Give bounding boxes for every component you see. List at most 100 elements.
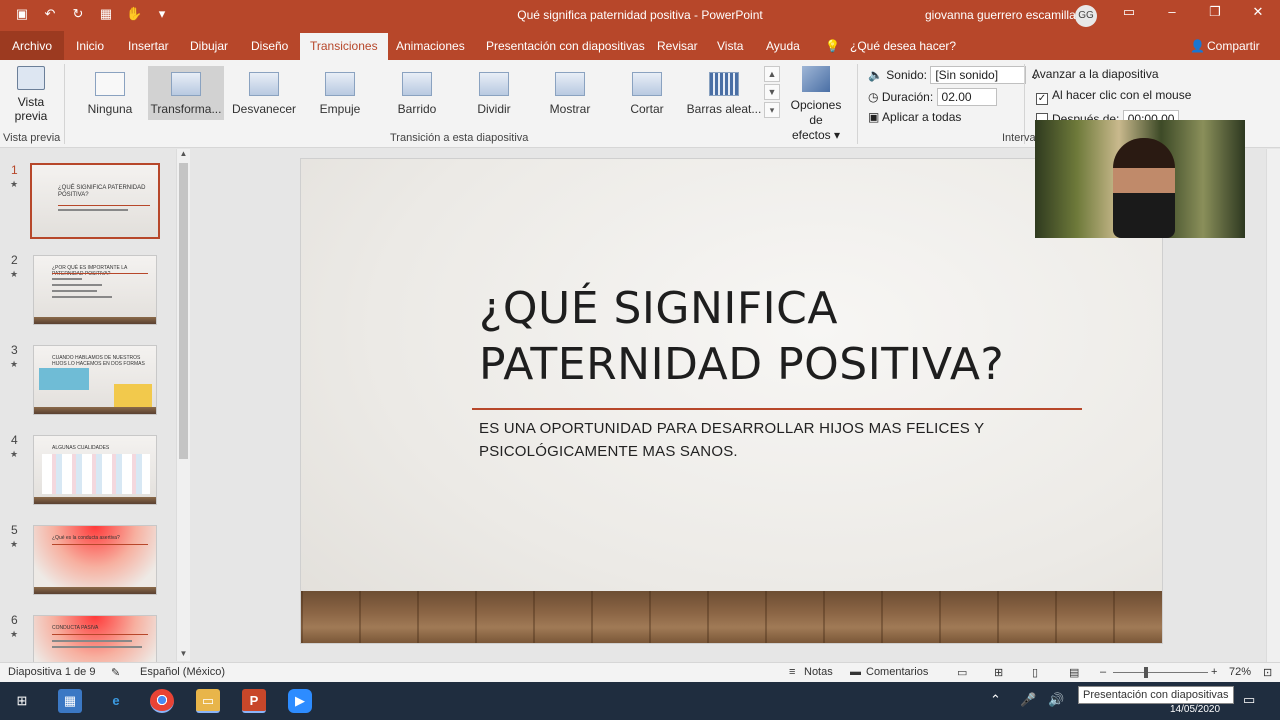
photos-icon[interactable]: ▦ — [58, 689, 82, 713]
slide-number: 4 — [11, 433, 18, 447]
tab-animaciones[interactable]: Animaciones — [396, 39, 465, 53]
tab-ayuda[interactable]: Ayuda — [766, 39, 800, 53]
minimize-button[interactable]: – — [1157, 4, 1187, 19]
tab-vista[interactable]: Vista — [717, 39, 743, 53]
transition-push[interactable]: Empuje — [302, 66, 378, 120]
zoom-slider-handle[interactable] — [1144, 667, 1148, 678]
transition-split[interactable]: Dividir — [456, 66, 532, 120]
slide-thumbnail-6[interactable]: CONDUCTA PASIVA — [33, 615, 157, 662]
notification-icon[interactable]: ▭ — [1243, 692, 1255, 708]
gallery-more-icon[interactable]: ▾ — [764, 102, 780, 118]
tab-presentacion[interactable]: Presentación con diapositivas — [486, 39, 645, 53]
slide-canvas[interactable]: ¿QUÉ SIGNIFICA PATERNIDAD POSITIVA? ES U… — [300, 158, 1163, 644]
slide-thumbnail-3[interactable]: CUANDO HABLAMOS DE NUESTROS HIJOS LO HAC… — [33, 345, 157, 415]
thumbnail-rule — [52, 273, 148, 274]
transition-fade[interactable]: Desvanecer — [226, 66, 302, 120]
taskbar-date[interactable]: 14/05/2020 — [1170, 704, 1220, 715]
transition-morph[interactable]: Transforma... — [148, 66, 224, 120]
slideshow-icon[interactable]: ▤ — [1069, 666, 1079, 679]
on-click-checkbox[interactable]: ✓ Al hacer clic con el mouse — [1036, 88, 1191, 105]
slide-title[interactable]: ¿QUÉ SIGNIFICA PATERNIDAD POSITIVA? — [479, 281, 1004, 393]
transition-random-bars-icon — [709, 72, 739, 96]
gallery-scroller: ▲ ▼ ▾ — [764, 66, 780, 120]
sound-select[interactable]: [Sin sonido] — [930, 66, 1027, 84]
reading-view-icon[interactable]: ▯ — [1032, 666, 1038, 679]
thumbnails-scrollbar[interactable]: ▲ ▼ — [176, 149, 190, 661]
apply-all-button[interactable]: ▣ Aplicar a todas — [868, 110, 961, 124]
explorer-icon[interactable]: ▭ — [196, 689, 220, 713]
gallery-down-icon[interactable]: ▼ — [764, 84, 780, 100]
slide-counter: Diapositiva 1 de 9 — [8, 666, 96, 678]
gallery-up-icon[interactable]: ▲ — [764, 66, 780, 82]
share-button[interactable]: Compartir — [1207, 39, 1260, 53]
thumbnail-floor — [34, 407, 156, 414]
notes-button[interactable]: Notas — [804, 666, 833, 678]
microphone-icon[interactable]: 🎤 — [1020, 692, 1036, 708]
slide-thumbnail-4[interactable]: ALGUNAS CUALIDADES — [33, 435, 157, 505]
transition-split-icon — [479, 72, 509, 96]
chrome-icon[interactable] — [150, 689, 174, 713]
zoom-in-icon[interactable]: + — [1211, 666, 1217, 678]
slide-thumbnail-1[interactable]: ¿QUÉ SIGNIFICA PATERNIDAD POSITIVA? — [30, 163, 160, 239]
zoom-icon[interactable]: ▶ — [288, 689, 312, 713]
spellcheck-icon[interactable]: ✎ — [111, 666, 120, 679]
scroll-up-icon[interactable]: ▲ — [177, 149, 190, 161]
effect-options-label-2: efectos ▾ — [791, 128, 841, 142]
tab-dibujar[interactable]: Dibujar — [190, 39, 228, 53]
tell-me-search[interactable]: ¿Qué desea hacer? — [850, 39, 956, 53]
language-status[interactable]: Español (México) — [140, 666, 225, 678]
apply-all-label: Aplicar a todas — [882, 110, 962, 124]
powerpoint-icon[interactable]: P — [242, 689, 266, 713]
transition-reveal[interactable]: Mostrar — [532, 66, 608, 120]
effect-options-button[interactable]: Opciones de efectos ▾ — [783, 66, 849, 143]
transition-label: Ninguna — [87, 102, 133, 116]
duration-stepper[interactable]: 02.00 — [936, 88, 997, 106]
comments-button[interactable]: Comentarios — [866, 666, 928, 678]
close-button[interactable]: ✕ — [1243, 4, 1273, 20]
zoom-level[interactable]: 72% — [1229, 666, 1251, 678]
slide-subtitle[interactable]: ES UNA OPORTUNIDAD PARA DESARROLLAR HIJO… — [479, 417, 984, 463]
zoom-slider[interactable] — [1113, 672, 1208, 673]
transition-none[interactable]: Ninguna — [72, 66, 148, 120]
tab-file[interactable]: Archivo — [0, 31, 65, 60]
slide-subtitle-line: PSICOLÓGICAMENTE MAS SANOS. — [479, 443, 738, 460]
slide-thumbnail-2[interactable]: ¿POR QUÉ ES IMPORTANTE LA PATERNIDAD POS… — [33, 255, 157, 325]
tab-diseno[interactable]: Diseño — [251, 39, 288, 53]
restore-button[interactable]: ❐ — [1200, 4, 1230, 20]
normal-view-icon[interactable]: ▭ — [957, 666, 967, 679]
slide-thumbnail-5[interactable]: ¿Qué es la conducta asertiva? — [33, 525, 157, 595]
slide-subtitle-line: ES UNA OPORTUNIDAD PARA DESARROLLAR HIJO… — [479, 420, 985, 437]
user-name[interactable]: giovanna guerrero escamilla — [925, 8, 1076, 22]
group-label-transition: Transición a esta diapositiva — [390, 132, 529, 144]
tab-revisar[interactable]: Revisar — [657, 39, 698, 53]
scroll-thumb[interactable] — [179, 163, 188, 459]
wood-floor — [301, 591, 1162, 643]
tab-insertar[interactable]: Insertar — [128, 39, 169, 53]
transition-none-icon — [95, 72, 125, 96]
editor-scrollbar[interactable] — [1266, 149, 1280, 662]
transition-wipe[interactable]: Barrido — [379, 66, 455, 120]
scroll-down-icon[interactable]: ▼ — [177, 649, 190, 661]
transition-label: Empuje — [319, 102, 361, 116]
animation-star-icon: ★ — [10, 539, 19, 549]
preview-icon — [17, 66, 45, 90]
check-icon[interactable]: ✓ — [1036, 93, 1048, 105]
menu-bar: Archivo Inicio Insertar Dibujar Diseño T… — [0, 31, 1280, 60]
slide-number: 2 — [11, 253, 18, 267]
transition-random-bars[interactable]: Barras aleat... — [686, 66, 762, 120]
transition-push-icon — [325, 72, 355, 96]
start-icon[interactable]: ⊞ — [10, 689, 34, 713]
volume-icon[interactable]: 🔊 — [1048, 692, 1064, 708]
tab-transiciones[interactable]: Transiciones — [300, 33, 388, 60]
tray-chevron-icon[interactable]: ⌃ — [990, 692, 1001, 708]
fit-window-icon[interactable]: ⊡ — [1263, 666, 1272, 679]
avatar[interactable]: GG — [1075, 5, 1097, 27]
zoom-out-icon[interactable]: – — [1100, 666, 1106, 678]
slide-sorter-icon[interactable]: ⊞ — [994, 666, 1003, 679]
edge-icon[interactable]: e — [104, 689, 128, 713]
webcam-overlay — [1035, 120, 1245, 238]
ribbon-display-icon[interactable]: ▭ — [1114, 4, 1144, 20]
tab-inicio[interactable]: Inicio — [76, 39, 104, 53]
preview-button[interactable]: Vista previa — [8, 66, 54, 123]
transition-cut[interactable]: Cortar — [609, 66, 685, 120]
